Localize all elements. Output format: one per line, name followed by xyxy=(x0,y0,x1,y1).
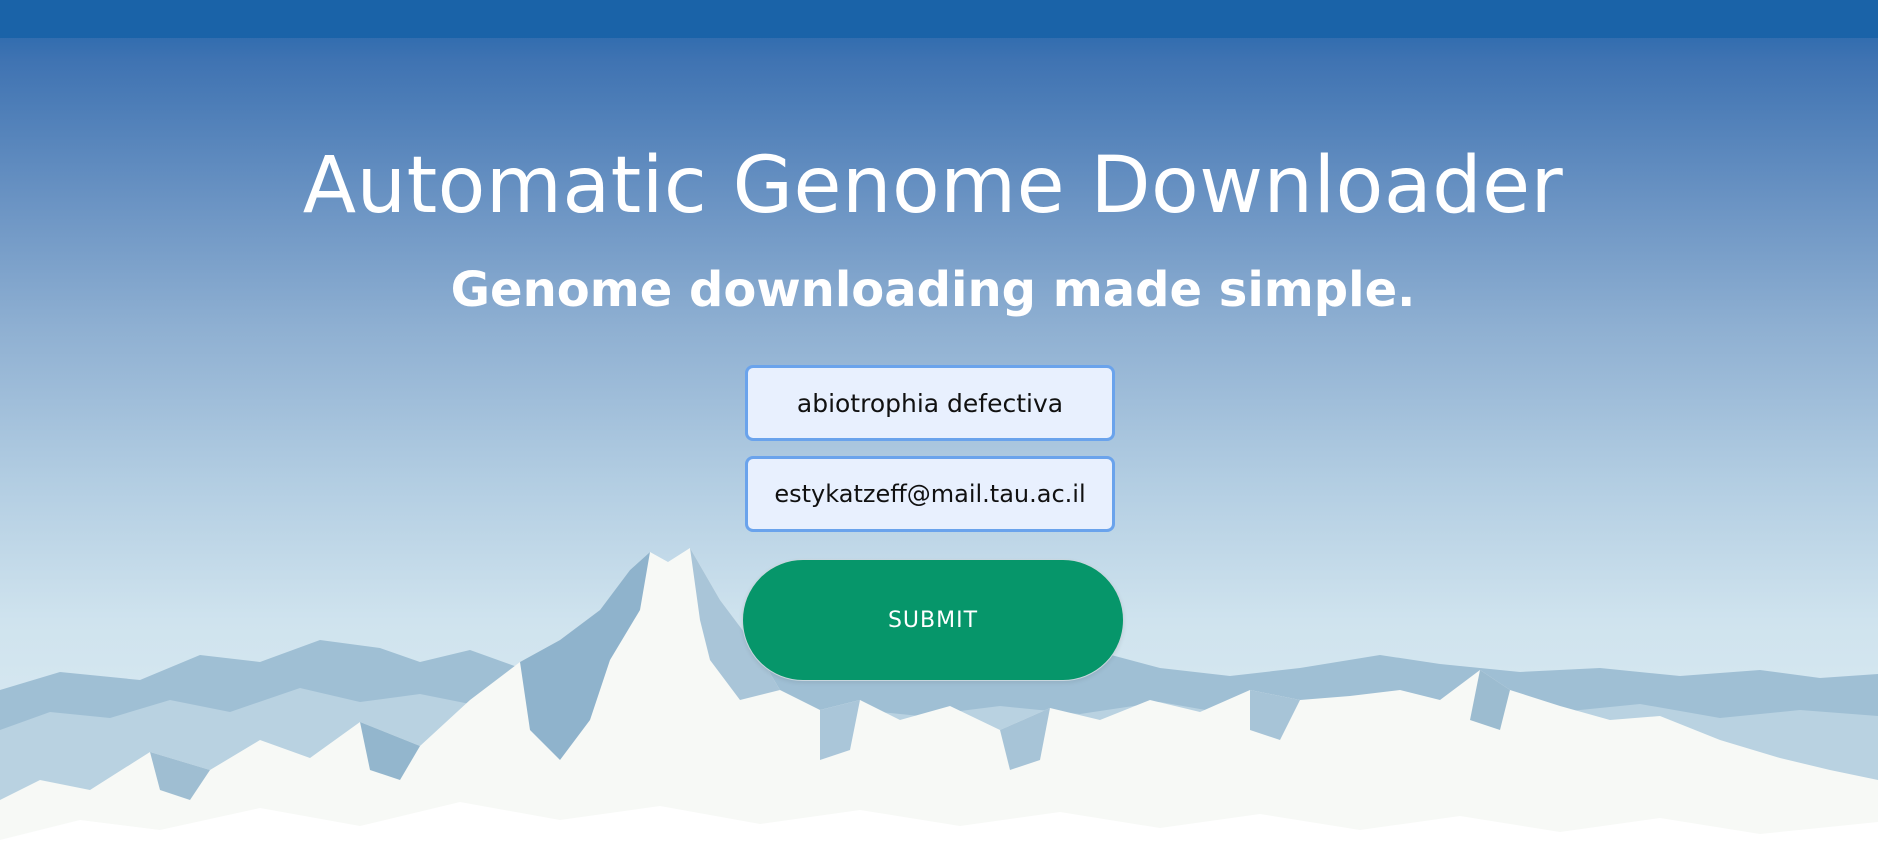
species-input[interactable] xyxy=(745,365,1115,441)
email-input[interactable] xyxy=(745,456,1115,532)
hero-section: Automatic Genome Downloader Genome downl… xyxy=(0,0,1878,862)
submit-button[interactable]: SUBMIT xyxy=(742,559,1124,681)
page: Automatic Genome Downloader Genome downl… xyxy=(0,0,1878,862)
page-title: Automatic Genome Downloader xyxy=(302,141,1564,231)
page-subtitle: Genome downloading made simple. xyxy=(450,262,1416,318)
